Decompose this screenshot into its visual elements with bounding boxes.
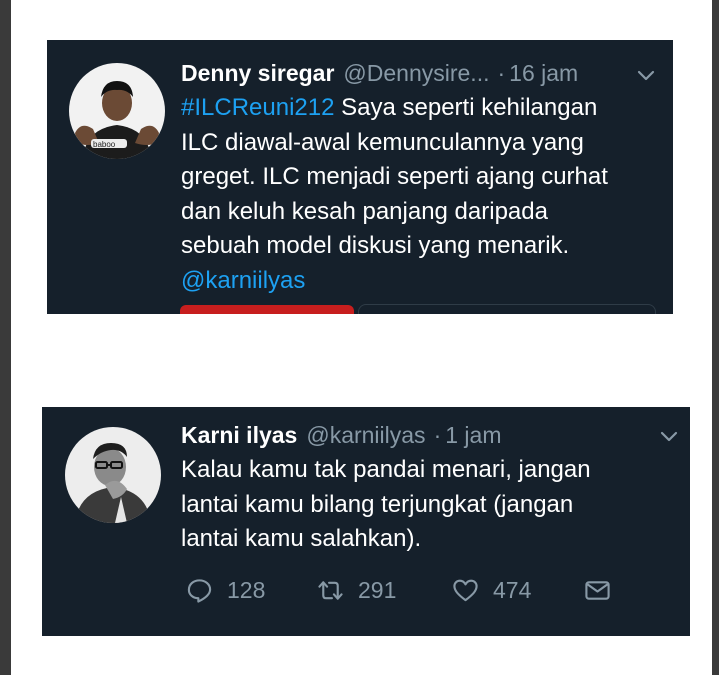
media-card-frame[interactable] [358, 304, 656, 314]
separator-dot: · [433, 422, 442, 448]
tweet-text-line: sebuah model diskusi yang menarik. [181, 232, 570, 259]
separator-dot: · [497, 60, 506, 86]
media-card-thumbnail[interactable] [180, 305, 354, 314]
tweet-karni-ilyas[interactable]: Karni ilyas @karniilyas · 1 jam Kalau ka… [42, 407, 690, 636]
author-name[interactable]: Denny siregar [181, 60, 334, 87]
author-handle[interactable]: @Dennysire... [343, 60, 489, 87]
mention-link[interactable]: @karniilyas [181, 267, 305, 294]
profile-photo-icon: baboo [69, 63, 165, 159]
chevron-down-icon[interactable] [659, 429, 679, 443]
right-border [712, 0, 719, 675]
tweet-header: Denny siregar @Dennysire... · 16 jam [181, 60, 578, 87]
author-handle[interactable]: @karniilyas [306, 422, 425, 449]
tweet-text: #ILCReuni212 Saya seperti kehilangan ILC… [181, 91, 661, 298]
chevron-down-icon[interactable] [636, 68, 656, 82]
tweet-text-line: lantai kamu salahkan). [181, 525, 422, 552]
tweet-text-line: Saya seperti kehilangan [334, 94, 598, 121]
retweet-count: 291 [358, 577, 397, 603]
envelope-icon [585, 581, 610, 600]
tweet-text-line: Kalau kamu tak pandai menari, jangan [181, 456, 591, 483]
left-border [0, 0, 11, 675]
timestamp[interactable]: 16 jam [509, 60, 578, 87]
tweet-text-line: dan keluh kesah panjang daripada [181, 197, 548, 225]
retweet-button[interactable]: 291 [317, 577, 396, 604]
reply-count: 128 [227, 577, 266, 603]
profile-photo-icon [65, 427, 161, 523]
direct-message-button[interactable] [584, 577, 611, 604]
tweet-denny-siregar[interactable]: baboo Denny siregar @Dennysire... · 16 j… [47, 40, 673, 314]
avatar[interactable]: baboo [69, 63, 165, 159]
tweet-text-line: lantai kamu bilang terjungkat (jangan [181, 490, 574, 518]
reply-button[interactable]: 128 [186, 577, 265, 604]
tweet-text-line: ILC diawal-awal kemunculannya yang [181, 128, 584, 156]
avatar[interactable] [65, 427, 161, 523]
svg-text:baboo: baboo [93, 140, 116, 149]
reply-icon [187, 579, 212, 603]
timestamp[interactable]: 1 jam [445, 422, 501, 449]
heart-icon [453, 579, 478, 602]
like-button[interactable]: 474 [452, 577, 531, 604]
hashtag-link[interactable]: #ILCReuni212 [181, 94, 334, 121]
tweet-text: Kalau kamu tak pandai menari, jangan lan… [181, 453, 681, 557]
tweet-actions: 128 291 474 [186, 577, 626, 611]
retweet-icon [318, 581, 343, 600]
like-count: 474 [493, 577, 532, 603]
tweet-text-line: greget. ILC menjadi seperti ajang curhat [181, 163, 608, 190]
author-name[interactable]: Karni ilyas [181, 422, 297, 449]
tweet-header: Karni ilyas @karniilyas · 1 jam [181, 422, 501, 449]
